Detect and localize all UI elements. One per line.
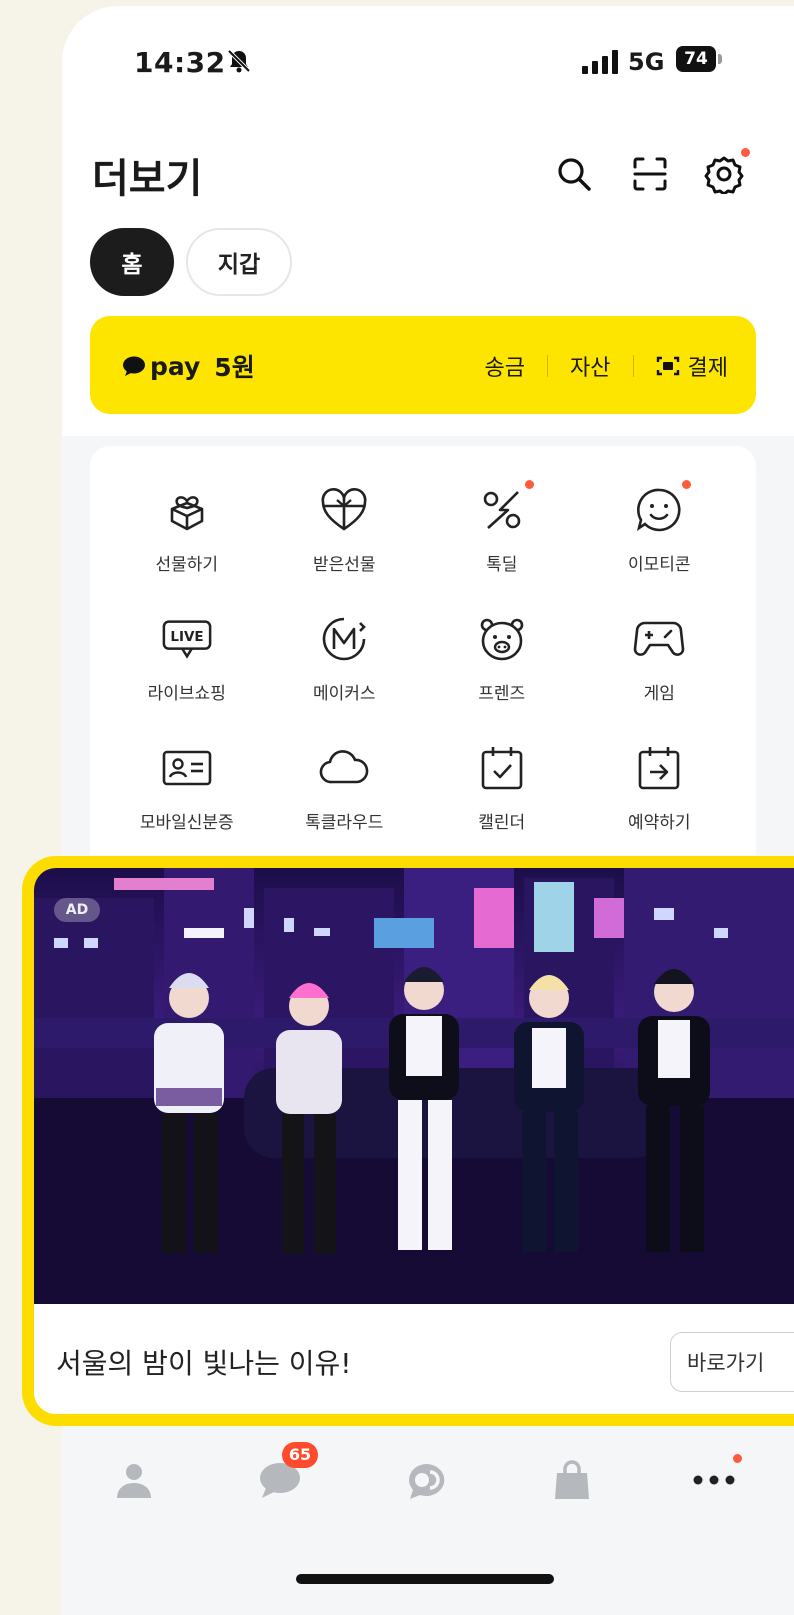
services-card: 선물하기 받은선물 톡딜 이모티콘 LIVE 라이브쇼핑 메이커스 프렌즈 게임… [90,446,756,886]
emoticon-icon [633,480,692,536]
scan-button[interactable] [628,152,672,196]
service-label: 프렌즈 [478,684,526,704]
service-emoticon[interactable]: 이모티콘 [581,480,739,575]
bell-muted-icon [226,48,252,78]
bottom-tab-bar: 65 [62,1432,794,1615]
page-title: 더보기 [92,156,203,202]
pay-links: 송금 자산 결제 [485,350,728,382]
service-live-shopping[interactable]: LIVE 라이브쇼핑 [108,613,266,704]
ad-footer: 서울의 밤이 빛나는 이유! 바로가기 [34,1304,794,1414]
home-indicator [296,1574,554,1584]
svg-text:LIVE: LIVE [170,629,203,645]
gear-icon [704,156,744,194]
pay-transfer-link[interactable]: 송금 [485,350,525,382]
service-label: 선물하기 [155,555,219,575]
service-mobile-id[interactable]: 모바일신분증 [108,742,266,833]
search-icon [558,158,591,191]
tab-openchat[interactable] [398,1454,450,1506]
service-friends[interactable]: 프렌즈 [423,613,581,704]
status-time: 14:32 [134,46,226,79]
services-grid: 선물하기 받은선물 톡딜 이모티콘 LIVE 라이브쇼핑 메이커스 프렌즈 게임… [108,480,739,833]
network-type: 5G [628,48,665,76]
makers-icon [318,613,370,665]
calendar-icon [476,742,528,794]
tab-more[interactable] [688,1454,742,1506]
service-label: 메이커스 [312,684,376,704]
service-deal[interactable]: 톡딜 [423,480,581,575]
scan-icon [633,157,667,191]
pay-bar[interactable]: pay 5원 송금 자산 결제 [90,316,756,414]
service-label: 받은선물 [312,555,376,575]
settings-button[interactable] [702,148,750,196]
deal-icon [476,480,534,536]
pay-assets-link[interactable]: 자산 [570,350,610,382]
tab-shopping[interactable] [546,1454,598,1506]
pay-brand: pay [150,351,201,381]
ad-badge: AD [54,898,100,922]
service-label: 톡클라우드 [305,813,384,833]
service-label: 이모티콘 [627,555,691,575]
ad-headline: 서울의 밤이 빛나는 이유! [56,1347,352,1380]
openchat-icon [409,1463,445,1499]
deal-notify-dot [524,480,534,489]
service-label: 예약하기 [627,813,691,833]
service-label: 라이브쇼핑 [147,684,226,704]
service-label: 모바일신분증 [139,813,234,833]
more-dots-icon [693,1475,735,1485]
tab-wallet[interactable]: 지갑 [186,228,292,296]
game-icon [633,613,685,665]
pay-balance[interactable]: pay 5원 [122,348,255,384]
received-gift-icon [318,484,370,536]
shopping-bag-icon [555,1460,589,1499]
service-label: 캘린더 [478,813,526,833]
cloud-icon [318,742,370,794]
pay-amount: 5원 [214,353,255,382]
ad-banner-image[interactable]: AD [34,868,794,1304]
service-gift[interactable]: 선물하기 [108,484,266,575]
friends-icon [476,613,528,665]
battery-icon: 74 [676,46,716,72]
divider [547,355,549,377]
service-received-gift[interactable]: 받은선물 [266,484,424,575]
id-card-icon [161,742,213,794]
service-reservation[interactable]: 예약하기 [581,742,739,833]
service-label: 게임 [643,684,675,704]
divider [632,355,634,377]
battery-tip [718,54,722,64]
settings-notify-dot [741,148,750,157]
pay-payment-link[interactable]: 결제 [656,350,728,382]
pay-scan-icon [656,356,679,376]
pay-payment-label: 결제 [687,356,728,381]
service-talk-cloud[interactable]: 톡클라우드 [266,742,424,833]
service-label: 톡딜 [486,555,518,575]
service-calendar[interactable]: 캘린더 [423,742,581,833]
tab-home[interactable]: 홈 [90,228,174,296]
chat-bubble-icon [123,356,145,376]
service-makers[interactable]: 메이커스 [266,613,424,704]
reservation-icon [633,742,685,794]
ad-illustration [34,868,794,1304]
signal-icon [582,50,620,78]
gift-icon [161,484,213,536]
person-icon [117,1464,151,1498]
tab-friends[interactable] [108,1454,160,1506]
more-notify-dot [733,1454,742,1463]
status-bar: 14:32 5G 74 [62,6,794,116]
emoticon-notify-dot [682,480,692,489]
service-game[interactable]: 게임 [581,613,739,704]
chat-unread-badge: 65 [282,1442,318,1468]
ad-cta-button[interactable]: 바로가기 [670,1332,794,1392]
live-shopping-icon: LIVE [161,613,213,665]
ad-card[interactable]: AD 서울의 밤이 빛나는 이유! 바로가기 [22,856,794,1426]
search-button[interactable] [552,152,596,196]
